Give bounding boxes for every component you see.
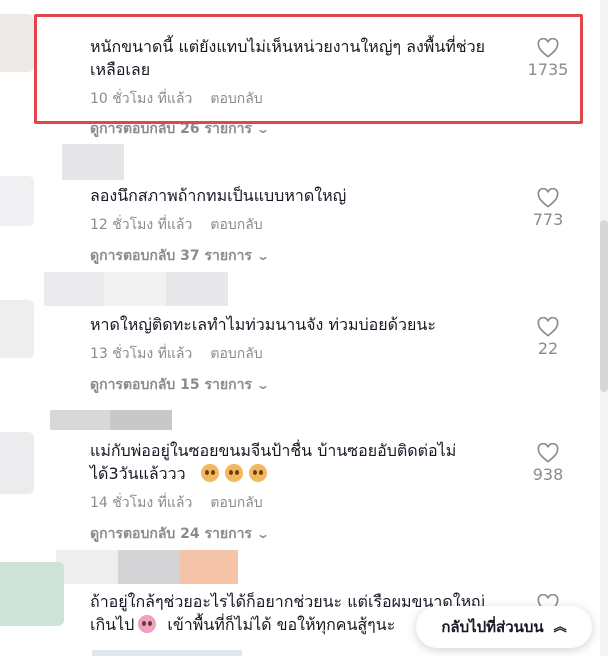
comment-text-line: ได้3วันแล้ววว	[90, 462, 520, 485]
reply-button[interactable]: ตอบกลับ	[210, 346, 262, 362]
comment-text-line: หาดใหญ่ติดทะเลทำไมท่วมนานจัง ท่วมบ่อยด้ว…	[90, 315, 436, 334]
comment-time: 13 ชั่วโมง ที่แล้ว	[90, 346, 193, 362]
double-chevron-up-icon: ︽	[553, 619, 567, 635]
reply-button[interactable]: ตอบกลับ	[210, 217, 262, 233]
attachment-blurred	[92, 650, 242, 656]
comment-text: แม่กับพ่ออยู่ในซอยขนมจีนป้าชื่น บ้านซอยอ…	[90, 439, 520, 485]
view-replies-label: ดูการตอบกลับ 15 รายการ	[90, 377, 252, 393]
view-replies-button[interactable]: ดูการตอบกลับ 15 รายการ ⌄	[90, 374, 271, 396]
like-button[interactable]: 938	[526, 443, 570, 484]
pleading-face-emoji-icon	[248, 464, 267, 482]
chevron-down-icon: ⌄	[255, 249, 271, 263]
comment-meta: 14 ชั่วโมง ที่แล้ว ตอบกลับ	[90, 492, 263, 514]
comment-time: 14 ชั่วโมง ที่แล้ว	[90, 495, 193, 511]
chevron-down-icon: ⌄	[255, 378, 271, 392]
comment-meta: 13 ชั่วโมง ที่แล้ว ตอบกลับ	[90, 343, 263, 365]
back-to-top-button[interactable]: กลับไปที่ส่วนบน ︽	[416, 606, 592, 648]
back-to-top-label: กลับไปที่ส่วนบน	[441, 618, 544, 636]
reply-button[interactable]: ตอบกลับ	[210, 495, 262, 511]
view-replies-label: ดูการตอบกลับ 24 รายการ	[90, 526, 252, 542]
username-blurred	[56, 550, 238, 584]
highlight-box	[34, 14, 583, 124]
chevron-down-icon: ⌄	[255, 122, 271, 136]
view-replies-button[interactable]: ดูการตอบกลับ 24 รายการ ⌄	[90, 523, 271, 545]
comment-text: ลองนึกสภาพถ้ากทมเป็นแบบหาดใหญ่	[90, 184, 520, 207]
comment-text: หาดใหญ่ติดทะเลทำไมท่วมนานจัง ท่วมบ่อยด้ว…	[90, 313, 520, 336]
heart-outline-icon	[537, 188, 559, 208]
pleading-face-emoji-icon	[224, 464, 243, 482]
username-blurred	[44, 272, 228, 306]
like-button[interactable]: 22	[526, 317, 570, 358]
like-count: 22	[537, 339, 559, 358]
username-blurred	[50, 410, 172, 430]
avatar[interactable]	[0, 562, 64, 626]
view-replies-button[interactable]: ดูการตอบกลับ 37 รายการ ⌄	[90, 245, 271, 267]
comment-time: 12 ชั่วโมง ที่แล้ว	[90, 217, 193, 233]
comment-text-line: ลองนึกสภาพถ้ากทมเป็นแบบหาดใหญ่	[90, 186, 347, 205]
avatar[interactable]	[0, 300, 34, 358]
crying-face-emoji-icon	[138, 615, 157, 633]
pleading-face-emoji-icon	[200, 464, 219, 482]
avatar[interactable]	[0, 176, 34, 226]
avatar[interactable]	[0, 14, 34, 72]
username-blurred	[62, 144, 124, 180]
comment-text-line: แม่กับพ่ออยู่ในซอยขนมจีนป้าชื่น บ้านซอยอ…	[90, 441, 457, 460]
like-count: 773	[532, 210, 564, 229]
like-button[interactable]: 773	[526, 188, 570, 229]
comment-meta: 12 ชั่วโมง ที่แล้ว ตอบกลับ	[90, 214, 263, 236]
view-replies-label: ดูการตอบกลับ 37 รายการ	[90, 248, 252, 264]
chevron-down-icon: ⌄	[255, 527, 271, 541]
like-count: 938	[532, 465, 564, 484]
avatar[interactable]	[0, 432, 34, 494]
heart-outline-icon	[537, 443, 559, 463]
scrollbar-thumb[interactable]	[600, 220, 608, 392]
heart-outline-icon	[537, 317, 559, 337]
